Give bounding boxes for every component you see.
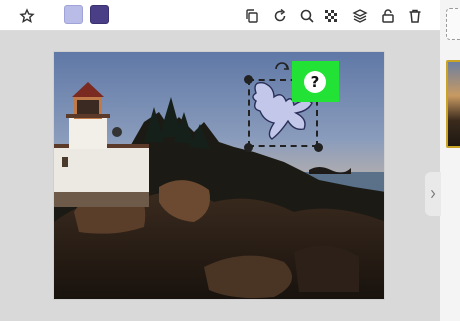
layers-icon[interactable] [350,6,370,26]
resize-handle-bottom-left[interactable] [244,143,253,152]
chevron-right-icon [431,189,436,199]
lock-icon[interactable] [378,6,398,26]
page-thumbnail[interactable] [446,60,460,148]
help-label: ? [310,73,320,91]
help-button[interactable]: ? [304,71,326,93]
resize-handle-top-left[interactable] [244,75,253,84]
collapse-panel-toggle[interactable] [425,172,441,216]
color-swatch-dark[interactable] [90,5,109,24]
right-panel [440,0,460,321]
color-swatch-light[interactable] [64,5,83,24]
top-toolbar [0,0,440,31]
duplicate-icon[interactable] [242,6,262,26]
trash-icon[interactable] [405,6,425,26]
sticker-add-icon[interactable] [17,6,37,26]
resize-handle-bottom-right[interactable] [314,143,323,152]
rotate-icon[interactable] [273,60,291,74]
redo-icon[interactable] [270,6,290,26]
search-icon[interactable] [297,6,317,26]
transparency-icon[interactable] [321,6,341,26]
add-page-slot[interactable] [446,8,460,40]
